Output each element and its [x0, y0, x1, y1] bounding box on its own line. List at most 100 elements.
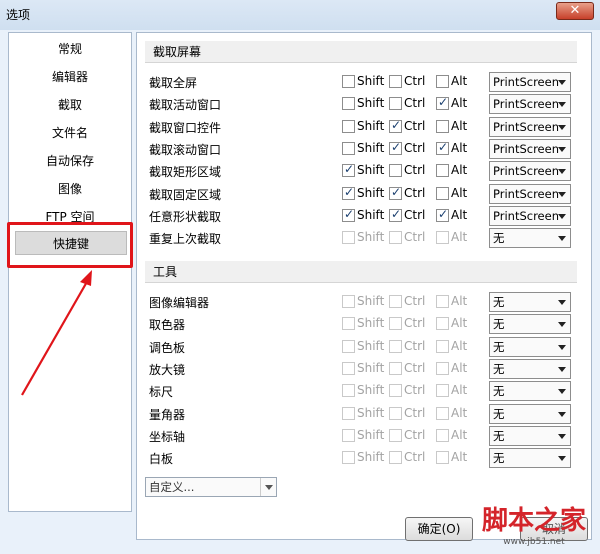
- hotkey-row-label: 截取滚动窗口: [149, 142, 222, 157]
- key-select[interactable]: PrintScreen: [489, 161, 571, 182]
- key-select[interactable]: 无: [489, 403, 571, 424]
- hotkey-row-label: 量角器: [149, 407, 186, 422]
- key-select[interactable]: 无: [489, 358, 571, 379]
- hotkey-row: 截取窗口控件 Shift Ctrl Alt PrintScreen: [137, 116, 591, 138]
- shift-checkbox: [342, 231, 355, 245]
- ctrl-checkbox[interactable]: [389, 97, 402, 111]
- ctrl-label: Ctrl: [404, 140, 426, 155]
- chevron-down-icon: [558, 191, 566, 197]
- key-select[interactable]: 无: [489, 292, 571, 312]
- key-select[interactable]: PrintScreen: [489, 116, 571, 137]
- alt-label: Alt: [451, 185, 468, 200]
- shift-checkbox: [342, 406, 355, 420]
- key-select[interactable]: PrintScreen: [489, 205, 571, 226]
- hotkey-row: 坐标轴 Shift Ctrl Alt 无: [137, 425, 591, 447]
- chevron-down-icon: [260, 478, 276, 496]
- preset-select[interactable]: 自定义...: [145, 477, 277, 497]
- shift-label: Shift: [357, 74, 385, 88]
- shift-label: Shift: [357, 230, 385, 245]
- alt-label: Alt: [451, 338, 468, 353]
- alt-checkbox[interactable]: [436, 186, 449, 200]
- shift-checkbox[interactable]: [342, 97, 355, 111]
- alt-checkbox: [436, 231, 449, 245]
- key-select[interactable]: PrintScreen: [489, 138, 571, 159]
- alt-checkbox[interactable]: [436, 140, 449, 155]
- key-select[interactable]: 无: [489, 228, 571, 249]
- ctrl-checkbox[interactable]: [389, 140, 402, 155]
- ok-button[interactable]: 确定(O): [405, 517, 473, 541]
- sidebar-item-image[interactable]: 图像: [9, 177, 131, 201]
- sidebar-item-label: 编辑器: [51, 70, 88, 84]
- hotkey-row: 白板 Shift Ctrl Alt 无: [137, 447, 591, 469]
- hotkey-row: 截取全屏 Shift Ctrl Alt PrintScreen: [137, 71, 591, 93]
- chevron-down-icon: [558, 102, 566, 108]
- ctrl-label: Ctrl: [404, 316, 426, 331]
- hotkey-row-label: 放大镜: [149, 362, 186, 377]
- ctrl-checkbox[interactable]: [389, 207, 402, 222]
- key-select[interactable]: 无: [489, 425, 571, 446]
- section-header: 截取屏幕: [145, 41, 577, 63]
- alt-checkbox[interactable]: [436, 75, 449, 88]
- shift-checkbox[interactable]: [342, 141, 355, 155]
- chevron-down-icon: [558, 300, 566, 305]
- key-select-value: 无: [493, 317, 505, 332]
- sidebar-item-autosave[interactable]: 自动保存: [9, 149, 131, 173]
- alt-label: Alt: [451, 360, 468, 375]
- shift-checkbox: [342, 384, 355, 398]
- sidebar-item-capture[interactable]: 截取: [9, 93, 131, 117]
- sidebar-item-filename[interactable]: 文件名: [9, 121, 131, 145]
- shift-label: Shift: [357, 338, 385, 353]
- sidebar-item-general[interactable]: 常规: [9, 37, 131, 61]
- alt-label: Alt: [451, 230, 468, 245]
- hotkey-row-label: 截取窗口控件: [149, 120, 222, 135]
- alt-checkbox[interactable]: [436, 119, 449, 133]
- shift-label: Shift: [357, 427, 385, 442]
- alt-checkbox: [436, 339, 449, 353]
- key-select[interactable]: PrintScreen: [489, 183, 571, 204]
- hotkey-row-label: 图像编辑器: [149, 296, 210, 310]
- ctrl-label: Ctrl: [404, 230, 426, 245]
- ctrl-checkbox[interactable]: [389, 164, 402, 178]
- alt-checkbox[interactable]: [436, 95, 449, 111]
- shift-checkbox: [342, 428, 355, 442]
- key-select[interactable]: 无: [489, 448, 571, 469]
- chevron-down-icon: [558, 146, 566, 152]
- shift-checkbox[interactable]: [342, 185, 355, 200]
- hotkey-row-label: 截取活动窗口: [149, 98, 222, 113]
- hotkey-row-label: 截取全屏: [149, 76, 198, 90]
- alt-checkbox[interactable]: [436, 207, 449, 222]
- close-icon: ✕: [569, 3, 581, 18]
- key-select-value: PrintScreen: [493, 119, 559, 134]
- title-bar: 选项 ✕: [0, 0, 600, 30]
- shift-checkbox[interactable]: [342, 119, 355, 133]
- alt-checkbox: [436, 406, 449, 420]
- shift-checkbox[interactable]: [342, 207, 355, 222]
- close-button[interactable]: ✕: [556, 2, 594, 20]
- key-select[interactable]: 无: [489, 314, 571, 335]
- key-select[interactable]: PrintScreen: [489, 72, 571, 92]
- hotkey-row-label: 坐标轴: [149, 429, 186, 444]
- key-select-value: PrintScreen: [493, 141, 559, 156]
- sidebar-item-editor[interactable]: 编辑器: [9, 65, 131, 89]
- alt-label: Alt: [451, 163, 468, 178]
- alt-label: Alt: [451, 405, 468, 420]
- ctrl-label: Ctrl: [404, 163, 426, 178]
- shift-checkbox[interactable]: [342, 75, 355, 88]
- hotkey-row: 截取矩形区域 Shift Ctrl Alt PrintScreen: [137, 160, 591, 182]
- shift-checkbox[interactable]: [342, 162, 355, 178]
- alt-checkbox[interactable]: [436, 164, 449, 178]
- ctrl-checkbox[interactable]: [389, 185, 402, 200]
- key-select[interactable]: 无: [489, 336, 571, 357]
- key-select[interactable]: 无: [489, 381, 571, 402]
- shift-checkbox: [342, 361, 355, 375]
- alt-label: Alt: [451, 427, 468, 442]
- ctrl-checkbox[interactable]: [389, 118, 402, 133]
- shift-label: Shift: [357, 140, 385, 155]
- shift-checkbox: [342, 451, 355, 465]
- alt-label: Alt: [451, 450, 468, 465]
- ctrl-checkbox[interactable]: [389, 75, 402, 88]
- hotkey-settings-panel: 截取屏幕截取全屏 Shift Ctrl Alt PrintScreen 截取活动窗口 Shi…: [136, 32, 592, 540]
- hotkey-row: 调色板 Shift Ctrl Alt 无: [137, 336, 591, 358]
- key-select[interactable]: PrintScreen: [489, 94, 571, 115]
- hotkey-row: 截取固定区域 Shift Ctrl Alt PrintScreen: [137, 183, 591, 205]
